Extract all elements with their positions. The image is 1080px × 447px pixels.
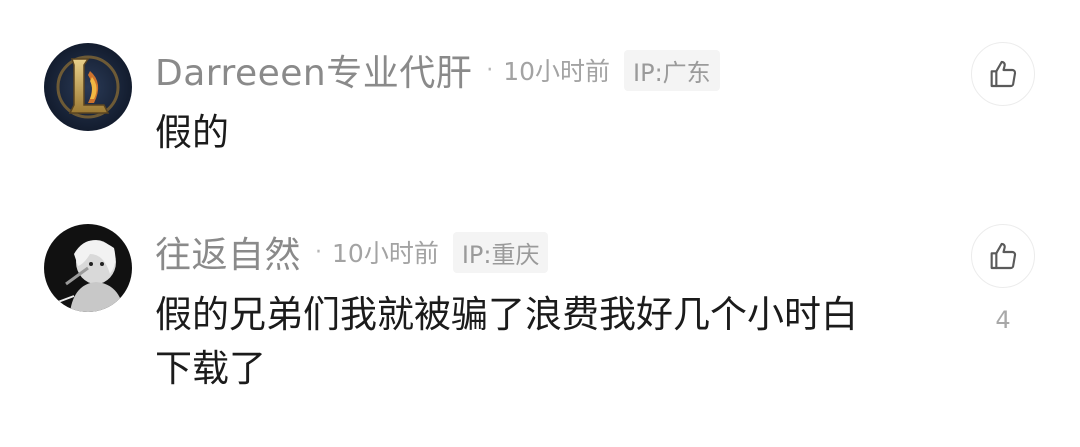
thumbs-up-icon — [990, 242, 1017, 270]
username[interactable]: 往返自然 — [155, 226, 301, 278]
thumbs-up-icon — [990, 60, 1017, 88]
like-count: 4 — [995, 306, 1011, 334]
comment-header: Darreeen专业代肝 · 10小时前 IP:广东 — [155, 48, 720, 94]
timestamp: 10小时前 — [332, 239, 439, 268]
comment-text: 假的兄弟们我就被骗了浪费我好几个小时白下载了 — [155, 293, 858, 390]
timestamp: 10小时前 — [503, 57, 611, 86]
league-logo-avatar-icon — [44, 43, 132, 131]
ip-location-badge: IP:广东 — [624, 49, 720, 91]
like-button[interactable] — [971, 224, 1035, 288]
avatar[interactable] — [44, 224, 132, 312]
separator-dot: · — [486, 57, 494, 83]
comment-text: 假的 — [155, 111, 229, 154]
comment-header: 往返自然 · 10小时前 IP:重庆 — [155, 230, 549, 276]
avatar[interactable] — [44, 43, 132, 131]
separator-dot: · — [315, 239, 323, 265]
ip-location-badge: IP:重庆 — [452, 231, 549, 273]
anime-character-avatar-icon — [44, 224, 132, 312]
comment-item: Darreeen专业代肝 · 10小时前 IP:广东 假的 — [0, 0, 1080, 180]
comment-item: 往返自然 · 10小时前 IP:重庆 假的兄弟们我就被骗了浪费我好几个小时白下载… — [0, 180, 1080, 447]
username[interactable]: Darreeen专业代肝 — [155, 44, 472, 96]
like-button[interactable] — [971, 42, 1035, 106]
